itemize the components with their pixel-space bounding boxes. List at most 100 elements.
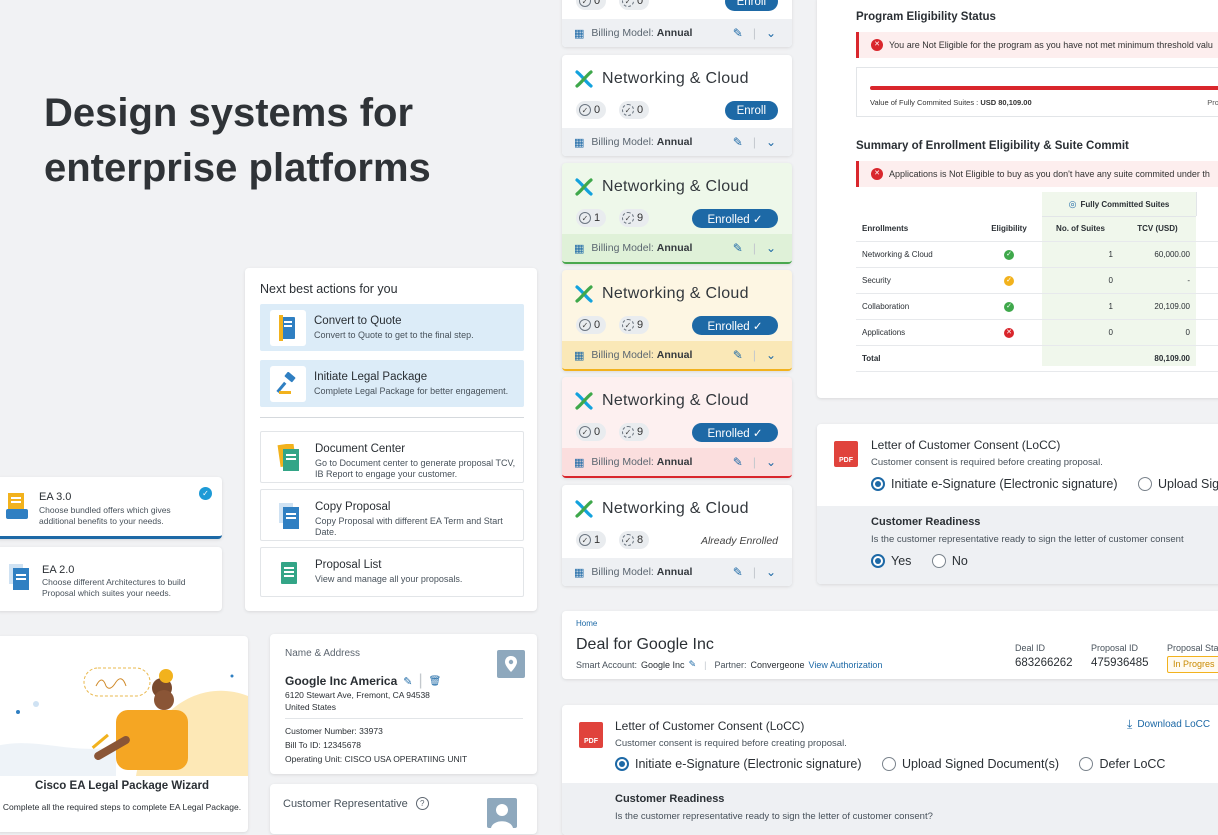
edit-pencil-icon[interactable]: ✎: [733, 135, 743, 149]
verified-badge-icon: ✓: [622, 104, 634, 116]
radio-defer[interactable]: Defer LoCC: [1079, 757, 1165, 771]
enroll-button[interactable]: Enrolled ✓: [692, 423, 778, 442]
networking-cloud-icon: [575, 178, 593, 196]
edit-pencil-icon[interactable]: ✎: [733, 348, 743, 362]
partner-value: Convergeone: [750, 659, 805, 670]
enroll-button[interactable]: Enrolled ✓: [692, 209, 778, 228]
hero-line-2: enterprise platforms: [44, 146, 431, 190]
nba-proposal-list[interactable]: Proposal List View and manage all your p…: [260, 547, 524, 597]
chevron-down-icon[interactable]: ⌄: [766, 455, 776, 469]
count-a-value: 1: [594, 212, 601, 224]
ea-2-card[interactable]: EA 2.0 Choose different Architectures to…: [0, 547, 222, 611]
radio-no[interactable]: No: [931, 554, 968, 568]
deal-meta: Smart Account: Google Inc ✎ | Partner: C…: [576, 659, 882, 670]
edit-pencil-icon[interactable]: ✎: [733, 26, 743, 40]
enroll-button[interactable]: Enrolled ✓: [692, 316, 778, 335]
check-circle-icon: ✓: [579, 534, 591, 546]
row-name: Security: [856, 267, 976, 294]
verified-badge-icon: ✓: [622, 426, 634, 438]
quote-doc-icon: [270, 310, 306, 346]
chevron-down-icon[interactable]: ⌄: [766, 26, 776, 40]
radio-upload[interactable]: Upload Sign: [1137, 477, 1218, 491]
count-chip-a: ✓ 0: [576, 0, 607, 10]
nba-document-center[interactable]: Document Center Go to Document center to…: [260, 431, 524, 483]
chevron-down-icon[interactable]: ⌄: [766, 241, 776, 255]
row-empty: [1196, 319, 1218, 346]
networking-cloud-card: Networking & Cloud ✓ 0 ✓ 9 Enrolled ✓ ▦ …: [562, 270, 792, 371]
radio-yes[interactable]: Yes: [871, 554, 911, 568]
row-eligibility: ✓: [976, 267, 1042, 294]
edit-pencil-icon[interactable]: ✎: [733, 241, 743, 255]
radio-label: No: [951, 554, 968, 568]
radio-upload-signed[interactable]: Upload Signed Document(s): [881, 757, 1059, 771]
billing-label: Billing Model:: [591, 456, 654, 468]
customer-name: Google Inc America: [285, 674, 398, 688]
edit-pencil-icon[interactable]: ✎: [403, 675, 412, 688]
networking-cloud-card: Networking & Cloud ✓ 0 ✓ 0 Enroll ▦ Bill…: [562, 0, 792, 47]
chevron-down-icon[interactable]: ⌄: [766, 565, 776, 579]
total-empty: [976, 345, 1042, 372]
billing-model-bar: ▦ Billing Model: Annual ✎ | ⌄: [562, 558, 792, 586]
billing-actions: ✎ | ⌄: [733, 26, 776, 40]
calendar-icon: ▦: [574, 136, 585, 149]
group-header-divider: [1196, 192, 1197, 216]
view-authorization-link[interactable]: View Authorization: [809, 660, 883, 670]
edit-pencil-icon[interactable]: ✎: [689, 659, 697, 670]
count-chip-b: ✓ 0: [619, 101, 650, 119]
readiness-panel-bottom: Customer Readiness Is the customer repre…: [562, 783, 1218, 835]
radio-dot: [881, 757, 896, 771]
edit-pencil-icon[interactable]: ✎: [733, 455, 743, 469]
row-tcv: 60,000.00: [1119, 241, 1196, 268]
count-chip-b: ✓ 9: [619, 423, 650, 441]
billing-model-text: Billing Model: Annual: [591, 136, 692, 148]
billing-model-text: Billing Model: Annual: [591, 27, 692, 39]
enroll-button[interactable]: Enroll: [724, 0, 778, 11]
row-tcv: -: [1119, 267, 1196, 294]
deal-id-label: Deal ID: [1015, 643, 1046, 653]
radio-dot: [1137, 477, 1152, 491]
networking-cloud-title: Networking & Cloud: [602, 500, 749, 517]
count-chip-a: ✓ 0: [576, 316, 607, 334]
billing-value: Annual: [656, 136, 693, 148]
edit-pencil-icon[interactable]: ✎: [733, 565, 743, 579]
progress-value-label: Value of Fully Commited Suites :: [870, 98, 979, 107]
hero-line-1: Design systems for: [44, 91, 414, 135]
breadcrumb[interactable]: Home: [576, 619, 597, 628]
billing-actions: ✎ | ⌄: [733, 348, 776, 362]
row-suites: 1: [1042, 293, 1119, 320]
chevron-down-icon[interactable]: ⌄: [766, 348, 776, 362]
proposal-status-label: Proposal Sta: [1167, 643, 1218, 653]
radio-dot: [931, 554, 946, 568]
selected-check-icon: ✓: [199, 487, 212, 500]
proposal-id-label: Proposal ID: [1091, 643, 1139, 653]
pdf-icon: PDF: [834, 441, 858, 467]
delete-trash-icon[interactable]: 🗑: [429, 676, 442, 687]
ea-2-icon: [7, 563, 31, 598]
radio-label: Upload Sign: [1157, 477, 1218, 491]
address-section-label: Name & Address: [285, 648, 361, 659]
download-locc-link[interactable]: ⤓ Download LoCC: [1127, 717, 1210, 732]
nba-convert-to-quote[interactable]: Convert to Quote Convert to Quote to get…: [260, 304, 524, 351]
col-empty: [1196, 216, 1218, 242]
radio-esignature[interactable]: Initiate e-Signature (Electronic signatu…: [615, 757, 862, 771]
nba-initiate-legal-package[interactable]: Initiate Legal Package Complete Legal Pa…: [260, 360, 524, 407]
networking-cloud-card: Networking & Cloud ✓ 0 ✓ 9 Enrolled ✓ ▦ …: [562, 377, 792, 478]
address-divider: [285, 718, 523, 719]
separator: |: [752, 348, 756, 362]
readiness-options: Yes No: [871, 554, 984, 573]
table-row: Security ✓ 0 -: [856, 267, 1218, 294]
locc-bottom-title: Letter of Customer Consent (LoCC): [615, 719, 805, 733]
row-eligibility: ✕: [976, 319, 1042, 346]
networking-cloud-card: Networking & Cloud ✓ 0 ✓ 0 Enroll ▦ Bill…: [562, 55, 792, 156]
row-empty: [1196, 267, 1218, 294]
networking-cloud-icon: [575, 500, 593, 518]
help-icon[interactable]: ?: [415, 797, 429, 810]
ea-3-card[interactable]: EA 3.0 Choose bundled offers which gives…: [0, 477, 222, 539]
nba-copy-proposal[interactable]: Copy Proposal Copy Proposal with differe…: [260, 489, 524, 541]
customer-rep-card: Customer Representative ?: [270, 784, 537, 834]
map-pin-icon: [497, 650, 525, 678]
enroll-button[interactable]: Enroll: [724, 101, 778, 120]
nba-item-desc: Copy Proposal with different EA Term and…: [315, 516, 503, 537]
radio-esignature[interactable]: Initiate e-Signature (Electronic signatu…: [871, 477, 1118, 491]
chevron-down-icon[interactable]: ⌄: [766, 135, 776, 149]
